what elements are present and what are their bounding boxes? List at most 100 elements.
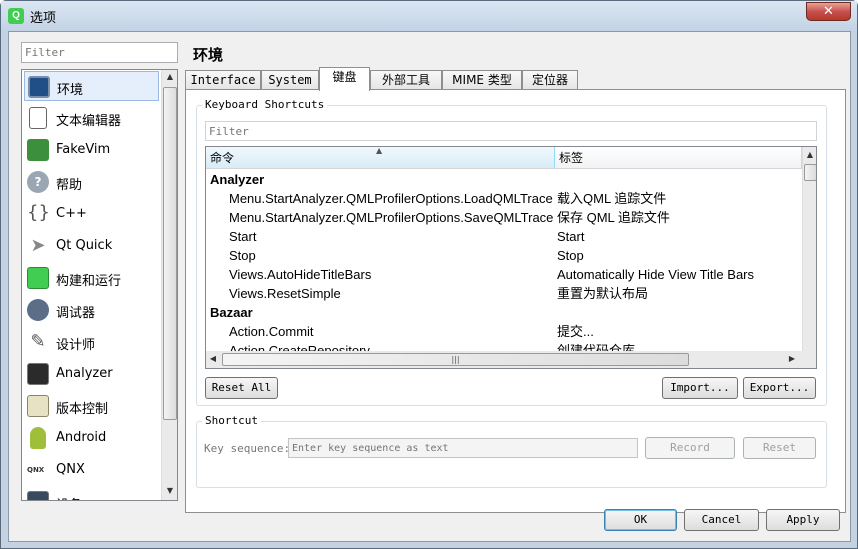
sidebar-item-devices[interactable]: 设备: [24, 487, 159, 500]
dialog-body: 环境 文本编辑器 FakeVim ? 帮助 {} C++ ➤ Qt Quick: [8, 31, 851, 542]
tree-row[interactable]: Start Start: [206, 227, 802, 246]
command-cell: Analyzer: [210, 172, 265, 187]
sidebar-item-android[interactable]: Android: [24, 423, 159, 453]
scroll-right-arrow-icon[interactable]: ▶: [787, 354, 797, 363]
qt-quick-icon: ➤: [30, 235, 46, 256]
page-title: 环境: [193, 46, 224, 64]
sidebar-item-label: 设备: [56, 494, 82, 500]
command-cell: Action.CreateRepository: [229, 343, 370, 351]
shortcuts-tree[interactable]: 命令 ▲ 标签 Analyzer Menu.StartAnalyzer.QMLP…: [205, 146, 817, 369]
sidebar-item-label: 文本编辑器: [56, 114, 122, 129]
fakevim-icon: [27, 139, 49, 161]
tree-row[interactable]: Stop Stop: [206, 246, 802, 265]
label-cell: 创建代码仓库...: [557, 343, 646, 351]
analyzer-icon: [27, 363, 49, 385]
sidebar-scrollbar[interactable]: ▲ ▼: [161, 70, 177, 500]
sidebar-item-label: 环境: [57, 83, 84, 98]
tree-row[interactable]: Action.CreateRepository 创建代码仓库...: [206, 341, 802, 351]
sidebar-item-designer[interactable]: ✎ 设计师: [24, 327, 159, 357]
command-cell: Menu.StartAnalyzer.QMLProfilerOptions.Sa…: [229, 210, 554, 225]
tree-row[interactable]: Views.ResetSimple 重置为默认布局: [206, 284, 802, 303]
command-cell: Action.Commit: [229, 324, 314, 339]
scrollbar-thumb[interactable]: [163, 87, 177, 420]
label-cell: 提交...: [557, 324, 594, 339]
label-cell: Stop: [557, 248, 584, 263]
scrollbar-thumb[interactable]: [804, 164, 816, 181]
import-button[interactable]: Import...: [662, 377, 738, 399]
reset-shortcut-button[interactable]: Reset: [743, 437, 816, 459]
tree-horizontal-scrollbar[interactable]: ◀ ||| ▶: [206, 351, 802, 368]
sidebar-item-fakevim[interactable]: FakeVim: [24, 135, 159, 165]
qt-creator-icon: Q: [8, 8, 24, 24]
android-icon: [30, 427, 46, 449]
sidebar-item-help[interactable]: ? 帮助: [24, 167, 159, 197]
tab-interface[interactable]: Interface: [185, 70, 261, 90]
scroll-up-arrow-icon[interactable]: ▲: [803, 150, 816, 159]
sidebar-item-label: Qt Quick: [56, 238, 113, 253]
sidebar-item-label: 帮助: [56, 178, 83, 193]
record-button[interactable]: Record: [645, 437, 735, 459]
version-control-icon: [27, 395, 49, 417]
key-sequence-input[interactable]: [288, 438, 638, 458]
tree-group-row[interactable]: Bazaar: [206, 303, 802, 322]
sidebar-item-build-run[interactable]: 构建和运行: [24, 263, 159, 293]
apply-button[interactable]: Apply: [766, 509, 840, 531]
label-cell: 保存 QML 追踪文件: [557, 210, 670, 225]
environment-icon: [28, 76, 50, 98]
command-cell: Menu.StartAnalyzer.QMLProfilerOptions.Lo…: [229, 191, 553, 206]
category-list[interactable]: 环境 文本编辑器 FakeVim ? 帮助 {} C++ ➤ Qt Quick: [21, 69, 178, 501]
label-cell: 载入QML 追踪文件: [557, 191, 667, 206]
tree-row[interactable]: Menu.StartAnalyzer.QMLProfilerOptions.Lo…: [206, 189, 802, 208]
tab-system[interactable]: System: [261, 70, 319, 90]
export-button[interactable]: Export...: [743, 377, 816, 399]
tab-locator[interactable]: 定位器: [522, 70, 578, 90]
tab-mime-types[interactable]: MIME 类型: [442, 70, 522, 90]
sidebar-item-label: QNX: [56, 462, 85, 477]
options-dialog: Q 选项 ✕ 环境 文本编辑器 FakeVim ? 帮助: [0, 0, 858, 549]
title-bar[interactable]: Q 选项 ✕: [1, 1, 857, 31]
label-cell: 重置为默认布局: [557, 286, 649, 301]
tree-row[interactable]: Action.Commit 提交...: [206, 322, 802, 341]
key-sequence-label: Key sequence:: [204, 442, 291, 455]
ok-button[interactable]: OK: [604, 509, 677, 531]
tab-keyboard[interactable]: 键盘: [319, 67, 370, 91]
scrollbar-corner: [802, 351, 816, 368]
scroll-down-arrow-icon[interactable]: ▼: [162, 486, 177, 495]
category-filter-input[interactable]: [21, 42, 178, 63]
debugger-icon: [27, 299, 49, 321]
tree-row[interactable]: Menu.StartAnalyzer.QMLProfilerOptions.Sa…: [206, 208, 802, 227]
tree-row[interactable]: Views.AutoHideTitleBars Automatically Hid…: [206, 265, 802, 284]
help-icon: ?: [27, 171, 49, 193]
sidebar-item-environment[interactable]: 环境: [24, 71, 159, 101]
shortcuts-filter-input[interactable]: [205, 121, 817, 141]
scroll-up-arrow-icon[interactable]: ▲: [162, 72, 177, 81]
shortcut-title: Shortcut: [202, 414, 261, 427]
command-cell: Stop: [229, 248, 256, 263]
sidebar-item-label: Android: [56, 430, 107, 445]
sidebar-item-qt-quick[interactable]: ➤ Qt Quick: [24, 231, 159, 261]
tab-external-tools[interactable]: 外部工具: [370, 70, 442, 90]
sidebar-item-qnx[interactable]: QNX QNX: [24, 455, 159, 485]
cancel-button[interactable]: Cancel: [684, 509, 759, 531]
scroll-left-arrow-icon[interactable]: ◀: [208, 354, 218, 363]
sidebar-item-label: 设计师: [56, 338, 96, 353]
header-command[interactable]: 命令 ▲: [206, 147, 555, 169]
command-cell: Views.AutoHideTitleBars: [229, 267, 372, 282]
label-cell: Start: [557, 229, 585, 244]
scrollbar-thumb[interactable]: |||: [222, 353, 689, 366]
close-button[interactable]: ✕: [806, 2, 851, 21]
sidebar-item-analyzer[interactable]: Analyzer: [24, 359, 159, 389]
tree-vertical-scrollbar[interactable]: ▲: [802, 147, 816, 351]
sidebar-item-label: 调试器: [56, 306, 96, 321]
sidebar-item-cpp[interactable]: {} C++: [24, 199, 159, 229]
designer-icon: ✎: [30, 331, 46, 352]
sidebar-item-label: C++: [56, 206, 87, 221]
tree-group-row[interactable]: Analyzer: [206, 170, 802, 189]
command-cell: Bazaar: [210, 305, 253, 320]
sidebar-item-label: FakeVim: [56, 142, 111, 157]
header-label[interactable]: 标签: [555, 147, 802, 169]
sidebar-item-debugger[interactable]: 调试器: [24, 295, 159, 325]
sidebar-item-text-editor[interactable]: 文本编辑器: [24, 103, 159, 133]
sidebar-item-version-control[interactable]: 版本控制: [24, 391, 159, 421]
reset-all-button[interactable]: Reset All: [205, 377, 278, 399]
